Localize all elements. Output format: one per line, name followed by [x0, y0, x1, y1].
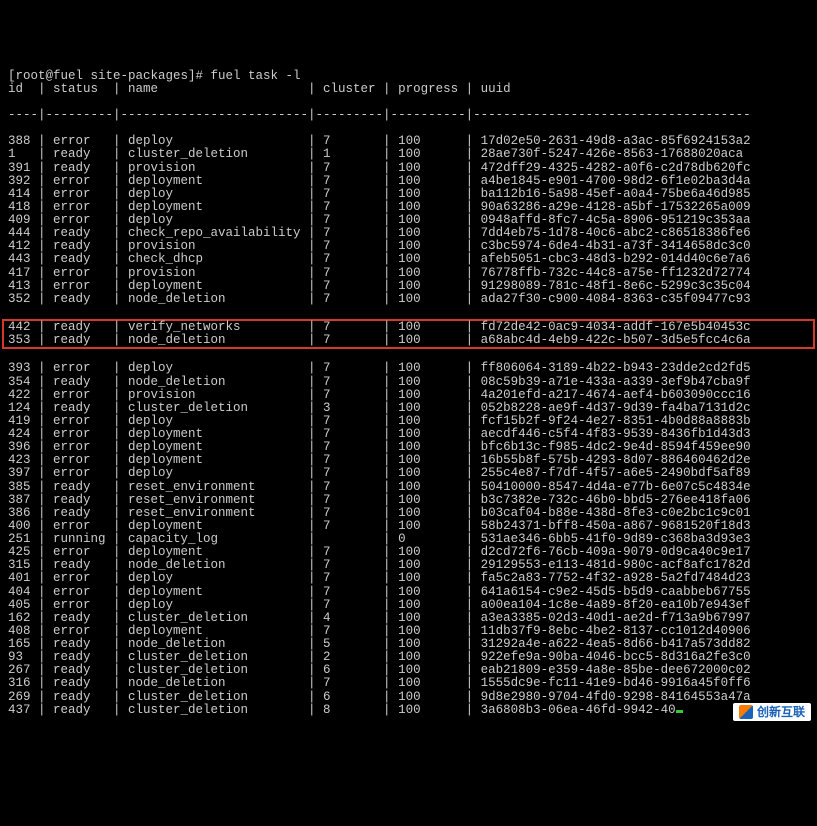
table-row: 397 | error | deploy | 7 | 100 | 255c4e8…: [8, 467, 809, 480]
table-row: 405 | error | deploy | 7 | 100 | a00ea10…: [8, 599, 809, 612]
table-row: 124 | ready | cluster_deletion | 3 | 100…: [8, 402, 809, 415]
table-row: 393 | error | deploy | 7 | 100 | ff80606…: [8, 362, 809, 375]
table-row: 387 | ready | reset_environment | 7 | 10…: [8, 494, 809, 507]
table-row: 414 | error | deploy | 7 | 100 | ba112b1…: [8, 188, 809, 201]
watermark: 创新互联: [733, 703, 811, 721]
table-row: 437 | ready | cluster_deletion | 8 | 100…: [8, 704, 809, 717]
highlight-box: 442 | ready | verify_networks | 7 | 100 …: [2, 319, 815, 349]
table-row: 316 | ready | node_deletion | 7 | 100 | …: [8, 677, 809, 690]
table-row: 385 | ready | reset_environment | 7 | 10…: [8, 481, 809, 494]
table-divider: ----|---------|-------------------------…: [8, 109, 809, 122]
table-row: 1 | ready | cluster_deletion | 1 | 100 |…: [8, 148, 809, 161]
table-row: 269 | ready | cluster_deletion | 6 | 100…: [8, 691, 809, 704]
table-body-after: 393 | error | deploy | 7 | 100 | ff80606…: [8, 362, 809, 716]
watermark-text: 创新互联: [757, 706, 805, 719]
table-row: 162 | ready | cluster_deletion | 4 | 100…: [8, 612, 809, 625]
table-row: 413 | error | deployment | 7 | 100 | 912…: [8, 280, 809, 293]
table-row: 401 | error | deploy | 7 | 100 | fa5c2a8…: [8, 572, 809, 585]
table-header: id | status | name | cluster | progress …: [8, 83, 809, 96]
table-row: 417 | error | provision | 7 | 100 | 7677…: [8, 267, 809, 280]
table-row: 391 | ready | provision | 7 | 100 | 472d…: [8, 162, 809, 175]
table-row: 392 | error | deployment | 7 | 100 | a4b…: [8, 175, 809, 188]
table-body-before: 388 | error | deploy | 7 | 100 | 17d02e5…: [8, 135, 809, 306]
table-row: 422 | error | provision | 7 | 100 | 4a20…: [8, 389, 809, 402]
table-row: 352 | ready | node_deletion | 7 | 100 | …: [8, 293, 809, 306]
highlight-row: 353 | ready | node_deletion | 7 | 100 | …: [8, 334, 809, 347]
table-row: 354 | ready | node_deletion | 7 | 100 | …: [8, 376, 809, 389]
watermark-logo-icon: [739, 705, 753, 719]
table-row: 386 | ready | reset_environment | 7 | 10…: [8, 507, 809, 520]
terminal-output: [root@fuel site-packages]# fuel task -l …: [8, 57, 809, 730]
prompt-line: [root@fuel site-packages]# fuel task -l: [8, 69, 301, 83]
table-row: 404 | error | deployment | 7 | 100 | 641…: [8, 586, 809, 599]
table-row: 443 | ready | check_dhcp | 7 | 100 | afe…: [8, 253, 809, 266]
cursor-icon: [676, 710, 683, 713]
